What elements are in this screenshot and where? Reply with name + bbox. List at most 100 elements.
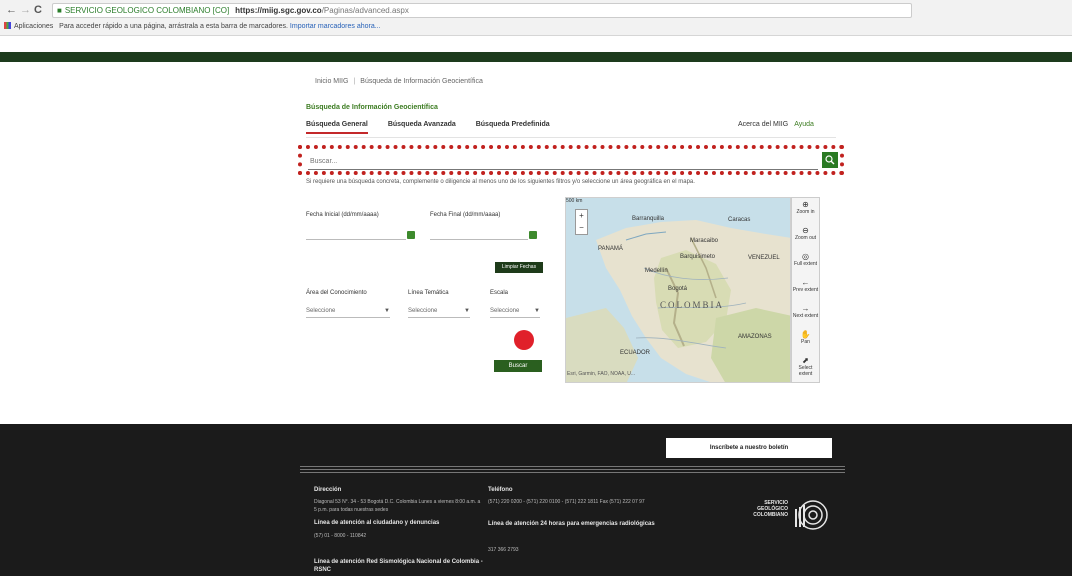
chevron-down-icon: ▼ [534,308,540,314]
radiology-line-title: Línea de atención 24 horas para emergenc… [488,521,655,527]
zoom-in-icon: ⊕ [802,200,809,209]
site-identity: SERVICIO GEOLOGICO COLOMBIANO [CO] [64,6,230,15]
footer-divider [300,469,845,470]
search-hint: Si requiere una búsqueda concreta, compl… [306,179,695,185]
tab-predefined-search[interactable]: Búsqueda Predefinida [476,121,550,132]
next-extent-tool[interactable]: → Next extent [792,302,819,328]
phone-text: (571) 220 0200 - (571) 220 0100 - (571) … [488,499,645,505]
zoom-out-icon[interactable]: − [576,222,587,234]
map-zoom-control[interactable]: + − [575,209,588,235]
search-submit-button[interactable] [822,152,838,168]
tab-advanced-search[interactable]: Búsqueda Avanzada [388,121,456,132]
map-place-label: Bogotá [668,286,688,292]
breadcrumb-separator: | [353,78,356,85]
map-place-label: PANAMÁ [598,246,623,252]
zoom-in-icon[interactable]: + [576,210,587,222]
search-icon [825,155,835,165]
clear-dates-button[interactable]: Limpiar Fechas [495,262,543,273]
thematic-line-select[interactable]: Seleccione ▼ [408,306,470,318]
citizen-line-phone: (57) 01 - 8000 - 110842 [314,533,367,539]
help-link[interactable]: Ayuda [794,121,814,128]
address-bar[interactable]: ■ SERVICIO GEOLOGICO COLOMBIANO [CO] https… [52,3,912,18]
breadcrumb-current: Búsqueda de Información Geocientífica [360,78,483,85]
subscribe-newsletter-button[interactable]: Inscríbete a nuestro boletín [666,438,832,458]
tool-label: Prev extent [792,287,819,293]
chevron-down-icon: ▼ [464,308,470,314]
zoom-in-tool[interactable]: ⊕ Zoom in [792,198,819,224]
arrow-left-icon: ← [801,278,810,287]
map-place-label: VENEZUEL [748,255,780,261]
import-bookmarks-link[interactable]: Importar marcadores ahora... [290,23,381,30]
footer-divider [300,472,845,473]
header-links: Acerca del MIIG Ayuda [738,121,814,128]
knowledge-area-value: Seleccione [306,308,336,314]
bookmarks-bar: Aplicaciones Para acceder rápido a una p… [4,22,381,30]
pencil-icon: ⬈ [802,356,809,365]
arrow-right-icon: → [801,304,810,313]
tool-label: Zoom out [794,235,817,241]
apps-grid-icon[interactable] [4,22,11,29]
map-place-label: Maracaibo [690,238,719,244]
select-extent-tool[interactable]: ⬈ Select extent [792,354,819,380]
pan-tool[interactable]: ✋ Pan [792,328,819,354]
site-header-band [0,52,1072,62]
reload-icon[interactable]: C [34,4,42,16]
thematic-line-label: Línea Temática [408,290,449,296]
cursor-marker-icon [514,330,534,350]
organization-name: SERVICIO GEOLÓGICO COLOMBIANO [753,500,788,518]
apps-link[interactable]: Aplicaciones [14,23,53,30]
scale-value: Seleccione [490,308,520,314]
map-scale-label: 500 km [566,198,583,204]
about-link[interactable]: Acerca del MIIG [738,121,788,128]
url-host: https://miig.sgc.gov.co [235,6,322,15]
tool-label: Next extent [792,313,819,319]
scale-label: Escala [490,290,509,296]
search-filters-button[interactable]: Buscar [494,360,542,372]
tab-general-search[interactable]: Búsqueda General [306,121,368,134]
address-title: Dirección [314,487,342,493]
full-extent-tool[interactable]: ◎ Full extent [792,250,819,276]
bookmarks-hint: Para acceder rápido a una página, arrást… [59,23,288,30]
knowledge-area-label: Área del Conocimiento [306,290,367,296]
radiology-line-phone: 317 366 2793 [488,547,519,553]
search-input[interactable] [310,153,820,169]
url-path: /Paginas/advanced.aspx [321,6,409,15]
start-date-field[interactable] [306,228,406,240]
prev-extent-tool[interactable]: ← Prev extent [792,276,819,302]
search-tabs: Búsqueda General Búsqueda Avanzada Búsqu… [306,121,568,137]
footer-divider [300,466,845,467]
tool-label: Select extent [798,365,813,377]
knowledge-area-select[interactable]: Seleccione ▼ [306,306,390,318]
back-arrow-icon[interactable]: ← [6,4,17,16]
zoom-out-icon: ⊖ [802,226,809,235]
sgc-logo-icon [795,500,828,530]
tool-label: Pan [801,339,810,345]
map-country-label: COLOMBIA [660,300,725,310]
end-date-field[interactable] [430,228,528,240]
search-box-highlight [298,145,844,175]
map-toolbar: ⊕ Zoom in ⊖ Zoom out ◎ Full extent ← Prev ex… [791,197,820,383]
address-text: Diagonal 53 N°. 34 - 53 Bogotá D.C. Colo… [314,499,481,513]
map-place-label: Barranquilla [632,216,665,222]
phone-title: Teléfono [488,487,513,493]
map-place-label: Caracas [728,217,751,223]
end-date-calendar-icon[interactable] [529,231,537,239]
thematic-line-value: Seleccione [408,308,438,314]
globe-icon: ◎ [802,252,809,261]
map-place-label: ECUADOR [620,350,651,356]
map-attribution: Esri, Garmin, FAO, NOAA, U... [567,371,636,377]
section-title: Búsqueda de Información Geocientífica [306,104,438,111]
map-place-label: Medellín [645,268,668,274]
start-date-label: Fecha Inicial (dd/mm/aaaa) [306,212,379,218]
lock-icon: ■ [57,6,62,15]
browser-chrome: ← → C ■ SERVICIO GEOLOGICO COLOMBIANO [CO… [0,0,1072,36]
tool-label: Zoom in [796,209,815,215]
scale-select[interactable]: Seleccione ▼ [490,306,540,318]
seismic-line-title: Línea de atención Red Sismológica Nacion… [314,559,483,573]
breadcrumb-home[interactable]: Inicio MIIG [315,78,348,85]
forward-arrow-icon[interactable]: → [20,4,31,16]
citizen-line-title: Línea de atención al ciudadano y denunci… [314,520,440,526]
start-date-calendar-icon[interactable] [407,231,415,239]
zoom-out-tool[interactable]: ⊖ Zoom out [792,224,819,250]
end-date-label: Fecha Final (dd/mm/aaaa) [430,212,501,218]
